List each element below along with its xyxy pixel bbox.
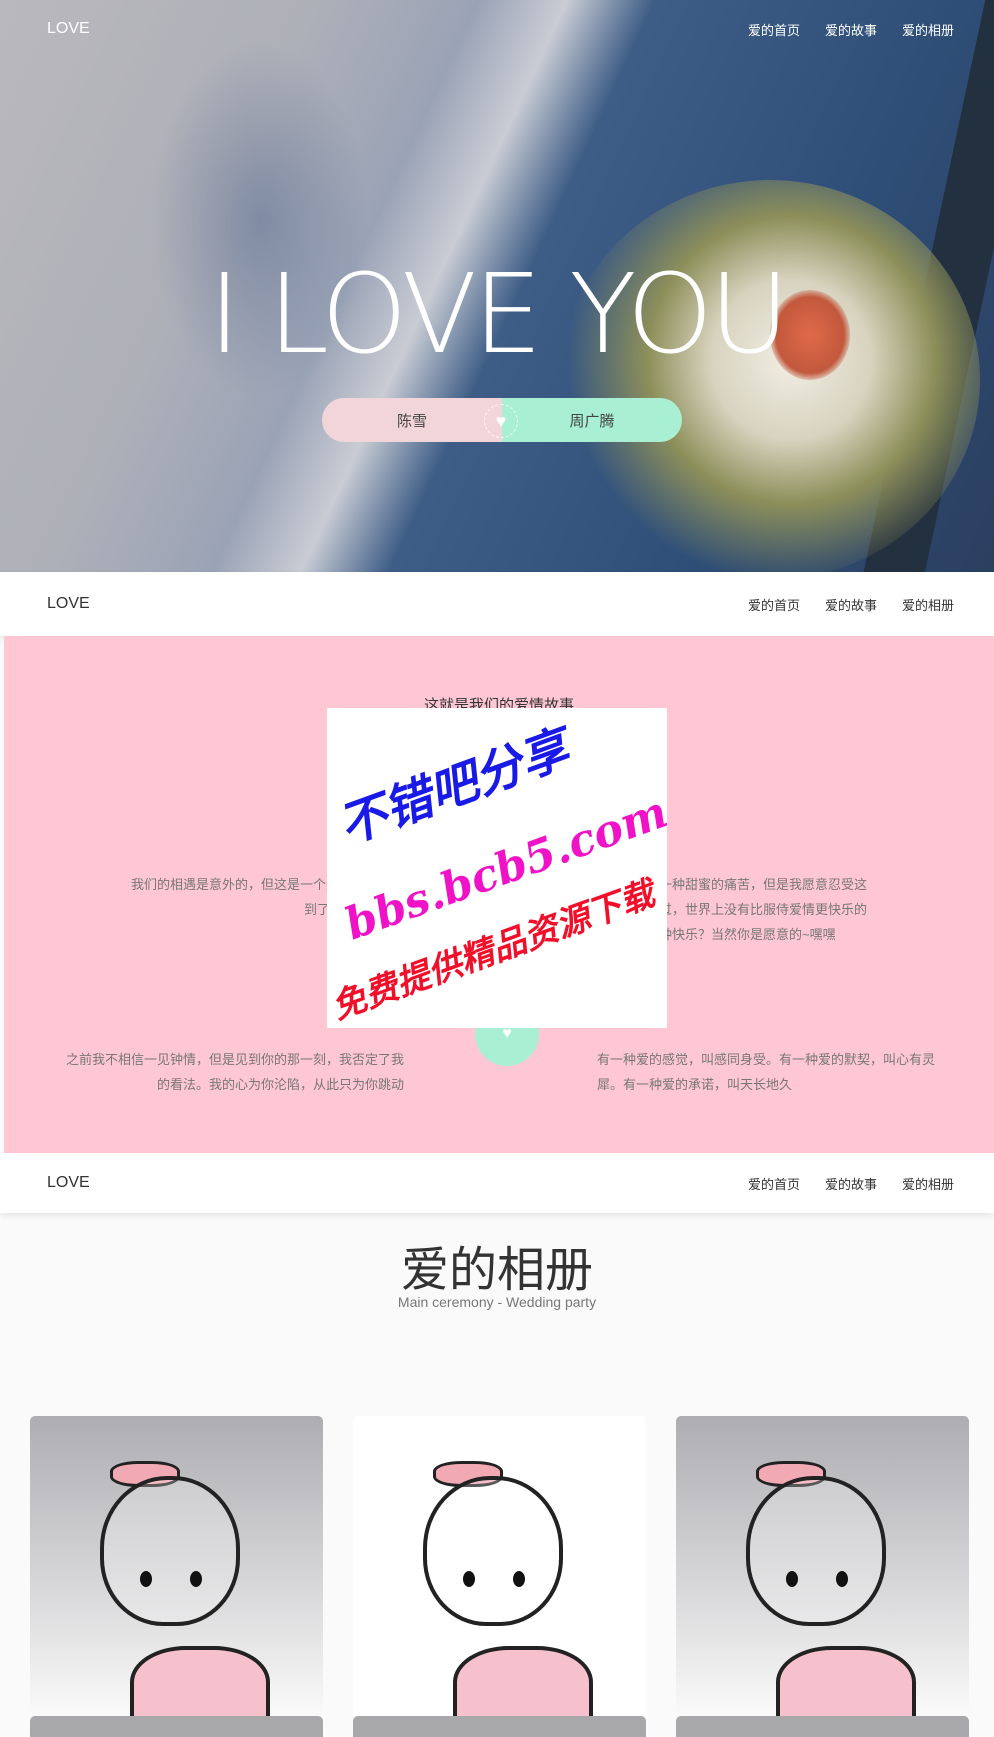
hero-title-text: I LOVE YOU	[208, 250, 789, 378]
logo[interactable]: LOVE	[47, 20, 90, 38]
story-paragraph: 有一种爱的感觉，叫感同身受。有一种爱的默契，叫心有灵 犀。有一种爱的承诺，叫天长地…	[597, 1052, 936, 1092]
nav-home[interactable]: 爱的首页	[748, 595, 800, 614]
photo-card-footer	[30, 1716, 323, 1737]
gallery-subtitle: Main ceremony - Wedding party	[397, 1294, 597, 1310]
photo-card[interactable]	[353, 1416, 646, 1716]
photo-card-footer	[676, 1716, 969, 1737]
photo-card[interactable]	[676, 1416, 969, 1716]
nav-album[interactable]: 爱的相册	[902, 20, 954, 39]
right-name: 周广腾	[502, 398, 682, 442]
watermark-overlay: 不错吧分享 bbs.bcb5.com 免费提供精品资源下载	[327, 708, 667, 1028]
nav-story[interactable]: 爱的故事	[825, 1174, 877, 1193]
navbar-3: LOVE 爱的首页 爱的故事 爱的相册	[0, 1153, 994, 1213]
gallery-title: 爱的相册	[400, 1244, 593, 1297]
nav-home[interactable]: 爱的首页	[748, 20, 800, 39]
logo[interactable]: LOVE	[47, 1174, 90, 1192]
photo-card-footer	[353, 1716, 646, 1737]
left-name: 陈雪	[322, 398, 502, 442]
heart-icon: ♥	[484, 404, 518, 438]
top-navbar: LOVE 爱的首页 爱的故事 爱的相册	[0, 14, 994, 44]
navbar-2: LOVE 爱的首页 爱的故事 爱的相册	[0, 572, 994, 636]
story-paragraph: 之前我不相信一见钟情，但是见到你的那一刻，我否定了我 的看法。我的心为你沦陷，从此…	[65, 1052, 404, 1092]
nav-album[interactable]: 爱的相册	[902, 1174, 954, 1193]
nav-story[interactable]: 爱的故事	[825, 20, 877, 39]
nav-home[interactable]: 爱的首页	[748, 1174, 800, 1193]
nav-story[interactable]: 爱的故事	[825, 595, 877, 614]
hero-title: I LOVE YOU	[0, 250, 994, 378]
photo-card[interactable]	[30, 1416, 323, 1716]
nav-album[interactable]: 爱的相册	[902, 595, 954, 614]
logo[interactable]: LOVE	[47, 595, 90, 613]
